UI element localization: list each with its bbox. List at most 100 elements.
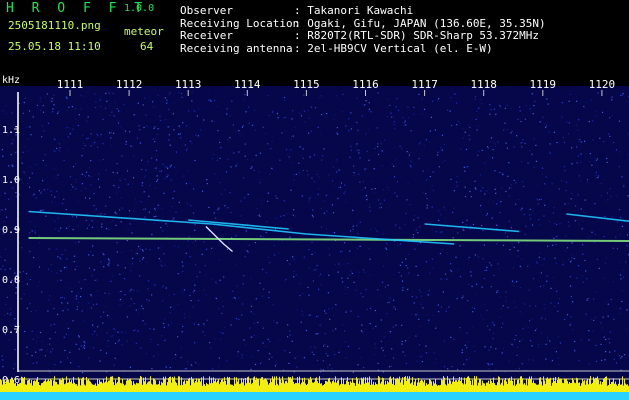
noise-dot (90, 133, 92, 135)
noise-dot (420, 303, 422, 305)
noise-dot (170, 179, 172, 181)
noise-dot (113, 328, 115, 330)
level-bar (574, 382, 575, 392)
noise-dot (295, 127, 297, 129)
noise-dot (15, 192, 17, 194)
noise-dot (120, 290, 122, 292)
level-bar (593, 377, 594, 392)
noise-dot (523, 369, 525, 371)
noise-dot (195, 362, 197, 364)
noise-dot (276, 113, 279, 115)
noise-dot (167, 324, 170, 326)
noise-dot (11, 164, 13, 166)
noise-dot (521, 363, 523, 365)
noise-dot (531, 326, 533, 328)
level-bar (489, 384, 490, 392)
noise-dot (83, 340, 85, 343)
level-bar (54, 376, 55, 392)
noise-dot (106, 100, 108, 102)
noise-dot (212, 368, 214, 370)
noise-dot (77, 292, 79, 294)
noise-dot (314, 252, 316, 254)
noise-dot (602, 277, 605, 279)
noise-dot (80, 287, 82, 289)
noise-dot (70, 189, 72, 191)
noise-dot (12, 187, 14, 189)
noise-dot (290, 138, 293, 140)
noise-dot (326, 113, 328, 115)
level-bar (124, 385, 125, 392)
noise-dot (29, 221, 31, 223)
noise-dot (622, 269, 624, 271)
level-bar (241, 378, 242, 392)
noise-dot (124, 178, 126, 180)
noise-dot (283, 200, 285, 202)
noise-dot (78, 281, 80, 283)
noise-dot (43, 189, 45, 191)
noise-dot (394, 308, 396, 310)
noise-dot (447, 368, 449, 370)
noise-dot (595, 174, 597, 176)
noise-dot (529, 320, 531, 322)
level-bar (470, 380, 471, 392)
level-bar (122, 378, 123, 392)
level-bar (599, 384, 600, 392)
level-bar (579, 382, 580, 392)
noise-dot (486, 266, 488, 268)
level-bar (621, 384, 622, 392)
noise-dot (625, 329, 627, 331)
noise-dot (377, 362, 379, 365)
level-bar (319, 376, 320, 392)
level-bar (517, 379, 518, 392)
noise-dot (303, 357, 305, 359)
noise-dot (75, 298, 77, 300)
noise-dot (168, 94, 170, 96)
noise-dot (198, 108, 200, 110)
noise-dot (336, 127, 338, 129)
level-bar (262, 377, 263, 392)
noise-dot (181, 270, 184, 273)
noise-dot (396, 98, 398, 100)
noise-dot (502, 348, 504, 350)
noise-dot (592, 330, 594, 332)
noise-dot (498, 225, 500, 227)
noise-dot (255, 298, 257, 300)
noise-dot (538, 343, 540, 346)
level-bar (126, 380, 127, 392)
noise-dot (129, 131, 131, 133)
noise-dot (227, 207, 229, 209)
noise-dot (426, 198, 428, 200)
noise-dot (89, 197, 91, 199)
noise-dot (224, 205, 226, 207)
noise-dot (249, 336, 251, 338)
noise-dot (359, 221, 361, 223)
noise-dot (311, 351, 313, 353)
noise-dot (578, 265, 580, 267)
noise-dot (474, 187, 476, 189)
noise-dot (99, 96, 102, 98)
noise-dot (24, 330, 26, 333)
noise-dot (323, 310, 326, 312)
noise-dot (535, 328, 538, 330)
level-bar (189, 377, 190, 392)
noise-dot (577, 129, 579, 132)
level-bar (575, 383, 576, 392)
level-bar (282, 376, 283, 392)
noise-dot (609, 135, 611, 137)
noise-dot (553, 237, 555, 239)
noise-dot (626, 309, 628, 311)
noise-dot (425, 352, 427, 354)
level-bar (611, 382, 612, 392)
level-bar (551, 385, 552, 392)
noise-dot (599, 137, 601, 139)
noise-dot (542, 116, 544, 118)
noise-dot (535, 305, 537, 307)
noise-dot (582, 281, 584, 283)
noise-dot (374, 309, 376, 312)
level-bar (436, 384, 437, 392)
noise-dot (32, 362, 34, 364)
noise-dot (376, 230, 378, 232)
noise-dot (8, 339, 10, 341)
noise-dot (474, 350, 476, 353)
noise-dot (565, 181, 568, 183)
